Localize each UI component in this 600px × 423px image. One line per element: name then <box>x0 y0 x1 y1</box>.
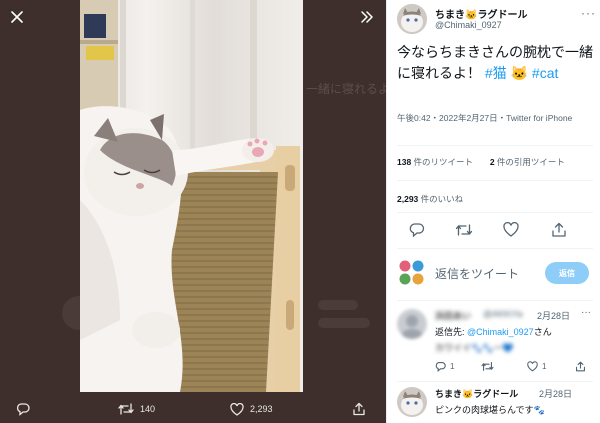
reply-reply-count: 1 <box>450 361 455 371</box>
tweet-detail-panel: ちまき🐱ラグドール @Chimaki_0927 ··· 今ならちまきさんの腕枕で… <box>386 0 600 423</box>
author-handle[interactable]: @Chimaki_0927 <box>435 20 502 30</box>
reply-retweet-button[interactable] <box>481 359 498 373</box>
tweet-text: 今ならちまきさんの腕枕で一緒に寝れるよ！ #猫 🐱 #cat <box>397 42 593 84</box>
reply-more-button[interactable]: ··· <box>581 307 591 318</box>
tweet-action-bar <box>409 222 579 240</box>
media-retweet-count: 140 <box>140 404 156 414</box>
more-options-button[interactable]: ··· <box>581 6 596 20</box>
divider <box>397 248 593 249</box>
retweet-button[interactable] <box>455 222 473 240</box>
more-dots-icon: ··· <box>581 6 596 20</box>
toggle-sidebar-button[interactable] <box>356 6 378 28</box>
share-icon <box>353 402 365 416</box>
quotes-label: 件の引用ツイート <box>494 157 565 167</box>
divider <box>397 145 593 146</box>
comment-icon <box>16 403 30 416</box>
reply-tweet[interactable]: ちまき🐱ラグドール 2月28日 ピンクの肉球堪らんです🐾 <box>397 387 593 421</box>
divider <box>397 180 593 181</box>
tweet-timestamp[interactable]: 午後0:42・2022年2月27日・Twitter for iPhone <box>397 112 593 124</box>
share-icon <box>552 222 566 237</box>
comment-icon <box>435 361 446 372</box>
heart-icon <box>230 402 244 416</box>
likes-label: 件のいいね <box>418 194 464 204</box>
retweets-label: 件のリツイート <box>411 157 474 167</box>
retweet-icon <box>481 361 494 371</box>
user-avatar-image <box>397 258 427 288</box>
double-chevron-right-icon <box>361 11 373 23</box>
media-retweet-button[interactable]: 140 <box>118 398 155 420</box>
cat-avatar-image <box>397 4 427 34</box>
sleeping-ragdoll-cat-image <box>80 0 303 392</box>
background-ghost-line <box>318 300 358 310</box>
media-viewer: 一緒に寝れるよ 140 2,293 <box>0 0 386 423</box>
cat-avatar-image <box>397 387 427 417</box>
retweets-count: 138 <box>397 157 412 167</box>
retweet-icon <box>118 403 134 415</box>
reply-author-name[interactable]: ちまき🐱ラグドール <box>435 387 518 400</box>
current-user-avatar[interactable] <box>397 258 427 288</box>
hashtag-cat-jp[interactable]: #猫 <box>485 65 507 81</box>
reply-body: カワイイ🐾🐾ー💙 <box>435 343 514 353</box>
likes-count: 2,293 <box>397 194 419 204</box>
reply-button[interactable] <box>409 222 427 240</box>
reply-to-mention[interactable]: @Chimaki_0927 <box>467 327 534 337</box>
reply-avatar[interactable] <box>397 387 427 417</box>
retweet-icon <box>455 224 473 236</box>
quotes-stat[interactable]: 2 件の引用ツイート <box>490 157 565 167</box>
background-tweet-ghost-text: 一緒に寝れるよ <box>306 82 386 96</box>
reply-body: ピンクの肉球堪らんです🐾 <box>435 405 545 415</box>
divider <box>397 300 593 301</box>
retweets-stat[interactable]: 138 件のリツイート <box>397 157 473 167</box>
divider <box>397 381 593 382</box>
tweet-stats: 138 件のリツイート 2 件の引用ツイート <box>397 156 593 168</box>
reply-composer: 返信をツイート 返信 <box>397 256 593 290</box>
blurred-avatar-image <box>397 309 427 339</box>
reply-to-suffix: さん <box>533 327 552 337</box>
cat-emoji: 🐱 <box>510 65 529 81</box>
media-share-button[interactable] <box>352 398 366 420</box>
tweet-author: ちまき🐱ラグドール @Chimaki_0927 ··· <box>397 4 596 40</box>
heart-icon <box>527 360 538 371</box>
reply-like-button[interactable]: 1 <box>527 359 546 373</box>
divider <box>397 212 593 213</box>
cat-photo[interactable] <box>80 0 303 392</box>
hashtag-cat[interactable]: #cat <box>532 65 558 81</box>
close-icon <box>11 11 23 23</box>
likes-stat[interactable]: 2,293 件のいいね <box>397 193 593 205</box>
reply-reply-button[interactable]: 1 <box>435 359 454 373</box>
reply-time[interactable]: 2月28日 <box>539 387 572 400</box>
background-ghost-line <box>318 318 370 328</box>
author-name[interactable]: ちまき🐱ラグドール <box>435 6 527 21</box>
media-like-button[interactable]: 2,293 <box>230 398 273 420</box>
reply-avatar[interactable] <box>397 309 427 339</box>
close-viewer-button[interactable] <box>6 6 28 28</box>
share-button[interactable] <box>551 222 569 240</box>
reply-to-line: 返信先: @Chimaki_0927さん <box>435 325 552 338</box>
reply-submit-button[interactable]: 返信 <box>545 262 589 284</box>
reply-author-name[interactable]: 浜田あい <box>435 309 471 322</box>
reply-input[interactable]: 返信をツイート <box>435 265 519 282</box>
reply-to-label: 返信先: <box>435 327 468 337</box>
share-icon <box>576 361 585 371</box>
media-like-count: 2,293 <box>250 404 273 414</box>
reply-tweet[interactable]: 浜田あい @AKKiYa 2月28日 ··· 返信先: @Chimaki_092… <box>397 307 593 379</box>
comment-icon <box>409 223 425 238</box>
reply-share-button[interactable] <box>575 359 586 373</box>
media-action-bar: 140 2,293 <box>0 398 386 420</box>
heart-icon <box>503 222 519 237</box>
media-reply-button[interactable] <box>16 398 30 420</box>
reply-action-bar: 1 1 <box>435 359 585 373</box>
more-dots-icon: ··· <box>581 307 591 318</box>
reply-like-count: 1 <box>542 361 547 371</box>
reply-time[interactable]: 2月28日 <box>537 309 570 322</box>
reply-author-handle[interactable]: @AKKiYa <box>483 309 523 319</box>
like-button[interactable] <box>503 222 521 240</box>
author-avatar[interactable] <box>397 4 427 34</box>
